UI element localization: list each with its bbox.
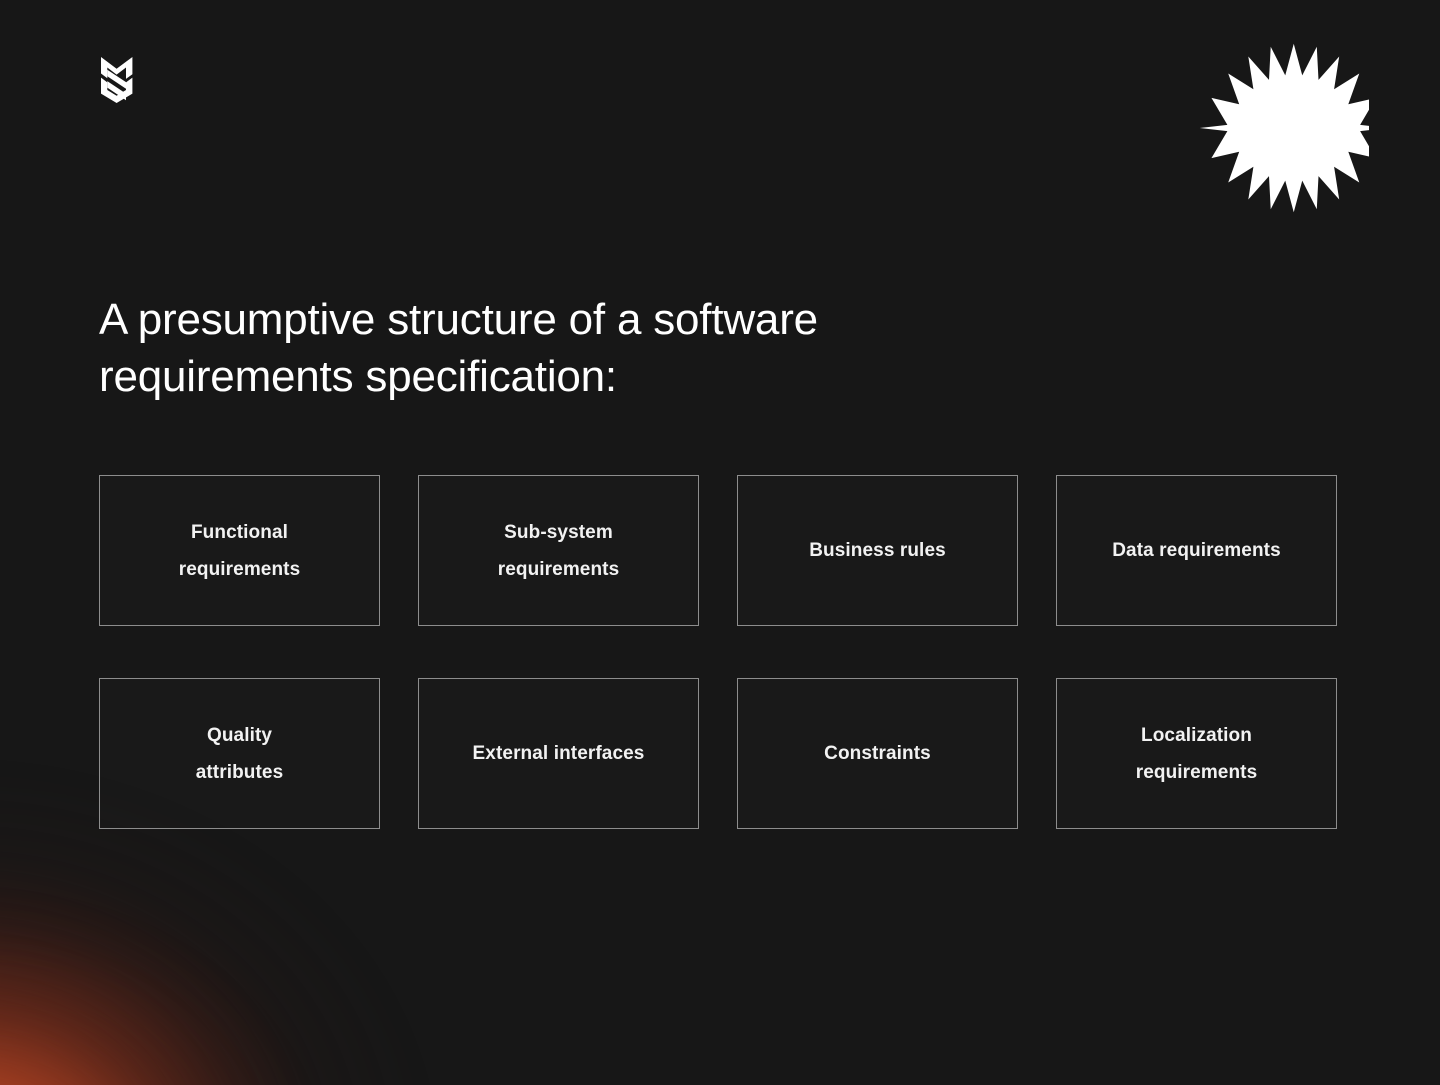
category-label: Localization requirements (1135, 724, 1258, 783)
category-box-external-interfaces[interactable]: External interfaces (418, 678, 699, 829)
category-box-data-requirements[interactable]: Data requirements (1056, 475, 1337, 626)
category-box-business-rules[interactable]: Business rules (737, 475, 1018, 626)
category-box-functional-requirements[interactable]: Functional requirements (99, 475, 380, 626)
category-label: Constraints (824, 743, 931, 764)
page-title: A presumptive structure of a software re… (99, 295, 818, 401)
category-label: Functional requirements (178, 521, 301, 580)
category-label: Data requirements (1112, 540, 1281, 561)
category-label: Quality attributes (195, 724, 284, 783)
requirement-category-grid: Functional requirements Sub-system requi… (99, 475, 1337, 829)
category-box-localization-requirements[interactable]: Localization requirements (1056, 678, 1337, 829)
category-box-constraints[interactable]: Constraints (737, 678, 1018, 829)
slide-stage: A presumptive structure of a software re… (0, 0, 1440, 1085)
starburst-icon (1197, 42, 1369, 214)
category-label: Sub-system requirements (497, 521, 620, 580)
category-label: Business rules (809, 540, 946, 561)
category-label: External interfaces (472, 743, 645, 764)
category-box-quality-attributes[interactable]: Quality attributes (99, 678, 380, 829)
ms-monogram-logo-icon (98, 57, 136, 103)
category-box-sub-system-requirements[interactable]: Sub-system requirements (418, 475, 699, 626)
